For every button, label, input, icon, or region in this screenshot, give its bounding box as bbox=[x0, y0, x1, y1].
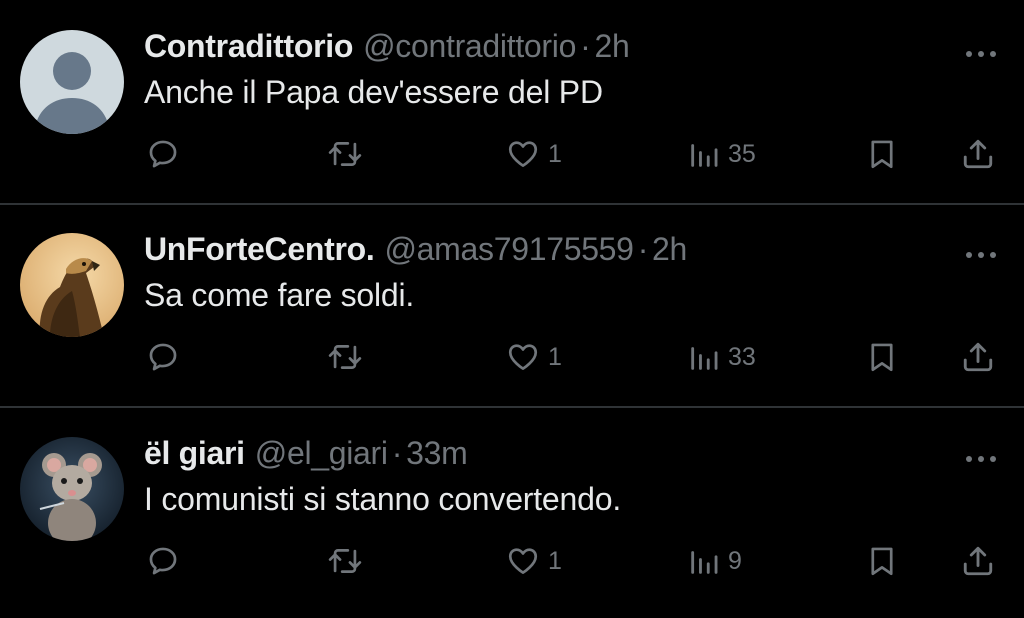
default-avatar-icon bbox=[20, 30, 124, 134]
reply-button[interactable] bbox=[146, 539, 180, 583]
eagle-avatar-icon bbox=[20, 233, 124, 337]
reply-button[interactable] bbox=[146, 132, 180, 176]
timestamp[interactable]: 2h bbox=[652, 231, 687, 268]
heart-icon bbox=[508, 344, 538, 370]
retweet-icon bbox=[328, 142, 362, 166]
views-count: 35 bbox=[728, 139, 756, 168]
separator-dot: · bbox=[391, 434, 403, 471]
like-count: 1 bbox=[548, 546, 562, 575]
views-count: 33 bbox=[728, 342, 756, 371]
share-button[interactable] bbox=[960, 539, 996, 583]
user-handle[interactable]: @el_giari bbox=[255, 435, 388, 472]
like-count: 1 bbox=[548, 139, 562, 168]
share-button[interactable] bbox=[960, 335, 996, 379]
retweet-icon bbox=[328, 345, 362, 369]
like-count: 1 bbox=[548, 342, 562, 371]
tweet[interactable]: UnForteCentro. @amas79175559 · 2h Sa com… bbox=[0, 205, 1024, 407]
bookmark-button[interactable] bbox=[866, 335, 898, 379]
share-icon bbox=[963, 139, 993, 169]
tweet[interactable]: ël giari @el_giari · 33m I comunisti si … bbox=[0, 409, 1024, 611]
reply-icon bbox=[149, 343, 177, 371]
more-dots-icon bbox=[966, 51, 996, 57]
heart-icon bbox=[508, 548, 538, 574]
reply-icon bbox=[149, 140, 177, 168]
tweet-actions: 1 35 bbox=[0, 132, 1024, 176]
tweet-header: UnForteCentro. @amas79175559 · 2h bbox=[144, 229, 687, 269]
views-button[interactable]: 33 bbox=[688, 335, 756, 379]
more-dots-icon bbox=[966, 252, 996, 258]
tweet-header: ël giari @el_giari · 33m bbox=[144, 433, 468, 473]
views-chart-icon bbox=[691, 347, 718, 370]
tweet-text: Sa come fare soldi. bbox=[144, 277, 415, 313]
retweet-button[interactable] bbox=[326, 335, 364, 379]
display-name[interactable]: ël giari bbox=[144, 435, 245, 472]
display-name[interactable]: Contradittorio bbox=[144, 28, 353, 65]
views-button[interactable]: 9 bbox=[688, 539, 742, 583]
bookmark-icon bbox=[871, 547, 893, 576]
bookmark-icon bbox=[871, 343, 893, 372]
tweet-text: I comunisti si stanno convertendo. bbox=[144, 481, 622, 517]
retweet-icon bbox=[328, 549, 362, 573]
mouse-avatar-icon bbox=[20, 437, 124, 541]
bookmark-button[interactable] bbox=[866, 539, 898, 583]
user-handle[interactable]: @contradittorio bbox=[363, 28, 576, 65]
tweet-actions: 1 9 bbox=[0, 539, 1024, 583]
display-name[interactable]: UnForteCentro. bbox=[144, 231, 375, 268]
separator-dot: · bbox=[580, 27, 591, 64]
reply-icon bbox=[149, 547, 177, 575]
tweet-actions: 1 33 bbox=[0, 335, 1024, 379]
more-dots-icon bbox=[966, 456, 996, 462]
heart-icon bbox=[508, 141, 538, 167]
more-options-button[interactable] bbox=[966, 449, 996, 462]
like-button[interactable]: 1 bbox=[506, 335, 562, 379]
avatar[interactable] bbox=[20, 437, 124, 541]
avatar[interactable] bbox=[20, 233, 124, 337]
avatar[interactable] bbox=[20, 30, 124, 134]
share-icon bbox=[963, 546, 993, 576]
like-button[interactable]: 1 bbox=[506, 132, 562, 176]
timestamp[interactable]: 33m bbox=[406, 435, 468, 472]
reply-button[interactable] bbox=[146, 335, 180, 379]
tweet-header: Contradittorio @contradittorio · 2h bbox=[144, 26, 630, 66]
bookmark-icon bbox=[871, 140, 893, 169]
like-button[interactable]: 1 bbox=[506, 539, 562, 583]
views-chart-icon bbox=[691, 144, 718, 167]
share-icon bbox=[963, 342, 993, 372]
share-button[interactable] bbox=[960, 132, 996, 176]
bookmark-button[interactable] bbox=[866, 132, 898, 176]
tweet-divider bbox=[0, 406, 1024, 408]
views-chart-icon bbox=[691, 551, 718, 574]
timestamp[interactable]: 2h bbox=[594, 28, 629, 65]
separator-dot: · bbox=[637, 230, 649, 267]
views-button[interactable]: 35 bbox=[688, 132, 756, 176]
more-options-button[interactable] bbox=[966, 245, 996, 258]
retweet-button[interactable] bbox=[326, 539, 364, 583]
tweet-text: Anche il Papa dev'essere del PD bbox=[144, 74, 603, 110]
more-options-button[interactable] bbox=[966, 44, 996, 57]
retweet-button[interactable] bbox=[326, 132, 364, 176]
user-handle[interactable]: @amas79175559 bbox=[384, 231, 634, 268]
tweet[interactable]: Contradittorio @contradittorio · 2h Anch… bbox=[0, 0, 1024, 202]
views-count: 9 bbox=[728, 546, 742, 575]
